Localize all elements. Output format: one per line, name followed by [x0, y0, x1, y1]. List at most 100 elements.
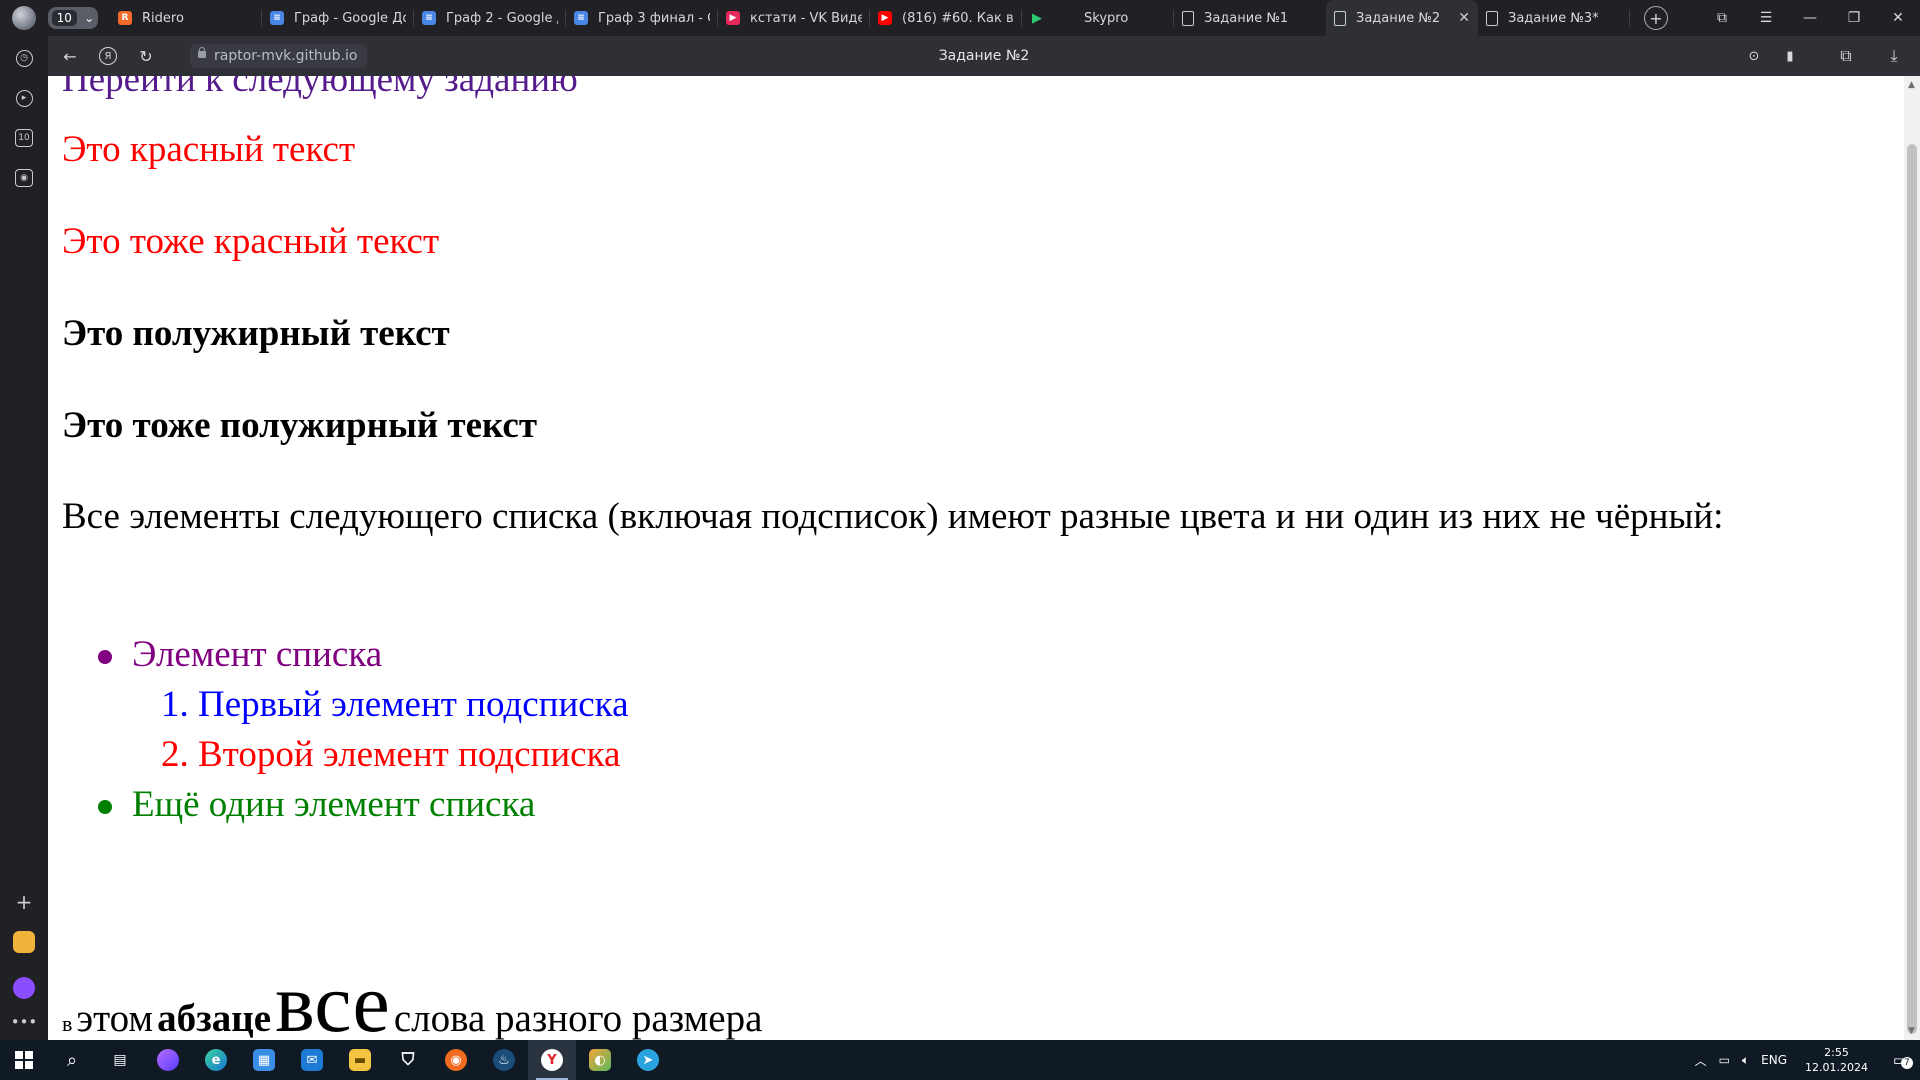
file-explorer-icon[interactable]: ▬	[336, 1040, 384, 1080]
close-window-button[interactable]: ✕	[1876, 0, 1920, 36]
tab-task-1[interactable]: Задание №1	[1174, 0, 1326, 36]
clock-time: 2:55	[1824, 1046, 1849, 1059]
sub-list-item-text: Второй элемент подсписка	[198, 734, 621, 775]
chevron-up-icon[interactable]: ︿	[1689, 1052, 1713, 1069]
steam-icon[interactable]: ♨	[480, 1040, 528, 1080]
windows-taskbar: ⌕ ▤ e ▦ ✉ ▬ ⛉ ◉ ♨ Y ◐ ➤ ︿ ▭ 🔈︎ ENG 2:55 …	[0, 1040, 1920, 1080]
tab-graph[interactable]: ≡ Граф - Google До	[262, 0, 414, 36]
alice-taskbar-icon[interactable]	[144, 1040, 192, 1080]
store-icon[interactable]: ▦	[240, 1040, 288, 1080]
yandex-icon[interactable]: Я	[96, 44, 120, 68]
tab-task-2[interactable]: Задание №2 ✕	[1326, 0, 1478, 36]
menu-icon[interactable]: ☰	[1744, 0, 1788, 36]
list-intro-paragraph: Все элементы следующего списка (включая …	[62, 496, 1724, 537]
more-icon[interactable]: •••	[11, 1010, 38, 1034]
mail-icon[interactable]: ✉	[288, 1040, 336, 1080]
app-icon[interactable]	[12, 930, 36, 954]
clock[interactable]: 2:55 12.01.2024	[1793, 1045, 1880, 1075]
google-docs-icon: ≡	[422, 11, 436, 25]
yandex-browser-icon[interactable]: Y	[528, 1040, 576, 1080]
notifications-icon[interactable]: ▭ 7	[1880, 1040, 1920, 1080]
sub-list-item: 1. Первый элемент подсписка	[132, 680, 629, 730]
collections-icon[interactable]: ⧉	[1834, 44, 1858, 68]
reload-icon[interactable]: ↻	[134, 44, 158, 68]
tab-label: Skypro	[1084, 10, 1129, 26]
tab-graph-3[interactable]: ≡ Граф 3 финал - G	[566, 0, 718, 36]
volume-icon[interactable]: 🔈︎	[1736, 1053, 1755, 1068]
tab-youtube[interactable]: ▶ (816) #60. Как вы	[870, 0, 1022, 36]
history-icon[interactable]: ◷	[12, 46, 36, 70]
red-text-paragraph-2: Это тоже красный текст	[62, 221, 440, 262]
browser-sidebar: ◷ ▸ 10 ◉ + •••	[0, 36, 48, 1044]
clock-date: 12.01.2024	[1805, 1061, 1868, 1074]
address-bar: ← Я ↻ raptor-mvk.github.io Задание №2 ⊙ …	[48, 36, 1920, 76]
start-button[interactable]	[0, 1040, 48, 1080]
tab-label: кстати - VK Видео	[750, 10, 862, 26]
sub-list: 1. Первый элемент подсписка 2. Второй эл…	[132, 680, 629, 780]
task-view-icon[interactable]: ▤	[96, 1040, 144, 1080]
mixed-size-paragraph: в этом абзаце все слова разного размера	[62, 962, 763, 1041]
bookmark-icon[interactable]: ▮	[1778, 44, 1802, 68]
url-text: raptor-mvk.github.io	[214, 48, 358, 64]
add-panel-icon[interactable]: +	[12, 890, 36, 914]
word-medium: этом	[76, 997, 154, 1040]
sub-list-item: 2. Второй элемент подсписка	[132, 730, 629, 780]
tab-label: Задание №1	[1204, 10, 1289, 26]
app-taskbar-icon[interactable]: ◐	[576, 1040, 624, 1080]
tab-vk-video[interactable]: ▶ кстати - VK Видео	[718, 0, 870, 36]
google-docs-icon: ≡	[270, 11, 284, 25]
restore-button[interactable]: ❐	[1832, 0, 1876, 36]
scroll-up-arrow-icon[interactable]: ▲	[1908, 80, 1915, 90]
sub-list-number: 1.	[161, 684, 189, 725]
language-indicator[interactable]: ENG	[1755, 1053, 1793, 1067]
tab-ridero[interactable]: R Ridero	[110, 0, 262, 36]
windows-logo-icon	[15, 1051, 33, 1069]
list-item: Элемент списка 1. Первый элемент подспис…	[62, 630, 629, 780]
new-tab-button[interactable]: +	[1644, 6, 1668, 30]
screenshot-icon[interactable]: ◉	[12, 166, 36, 190]
globe-icon	[12, 6, 36, 30]
scroll-down-arrow-icon[interactable]: ▼	[1908, 1026, 1915, 1036]
word-large: все	[275, 957, 390, 1041]
vertical-scrollbar[interactable]: ▲ ▼	[1904, 76, 1920, 1040]
minimize-button[interactable]: —	[1788, 0, 1832, 36]
tab-skypro[interactable]: ▶ Skypro	[1022, 0, 1174, 36]
security-icon[interactable]: ⛉	[384, 1040, 432, 1080]
search-icon[interactable]: ⌕	[48, 1040, 96, 1080]
page-content: Перейти к следующему заданию Это красный…	[48, 76, 1904, 1040]
sub-list-item-text: Первый элемент подсписка	[198, 684, 629, 725]
link-text: Перейти к следующему заданию	[62, 76, 578, 100]
back-arrow-icon[interactable]: ←	[58, 44, 82, 68]
sub-list-number: 2.	[161, 734, 189, 775]
words-normal: слова разного размера	[393, 997, 763, 1040]
network-icon[interactable]: ▭	[1713, 1053, 1736, 1067]
close-tab-icon[interactable]: ✕	[1452, 10, 1470, 26]
next-task-link[interactable]: Перейти к следующему заданию	[62, 76, 578, 101]
notification-count: 7	[1900, 1057, 1913, 1069]
tab-label: Граф 3 финал - G	[598, 10, 710, 26]
alice-icon[interactable]	[12, 976, 36, 1000]
tab-task-3[interactable]: Задание №3*	[1478, 0, 1630, 36]
tabs-count-icon[interactable]: 10	[12, 126, 36, 150]
tab-counter-button[interactable]: 10 ⌄	[48, 7, 98, 29]
telegram-icon[interactable]: ➤	[624, 1040, 672, 1080]
page-icon	[1182, 10, 1194, 26]
tab-label: (816) #60. Как вы	[902, 10, 1014, 26]
play-icon[interactable]: ▸	[12, 86, 36, 110]
tab-graph-2[interactable]: ≡ Граф 2 - Google Д	[414, 0, 566, 36]
edge-icon[interactable]: e	[192, 1040, 240, 1080]
tab-label: Граф 2 - Google Д	[446, 10, 558, 26]
scrollbar-thumb[interactable]	[1907, 144, 1917, 1034]
browser-tab-bar: 10 ⌄ R Ridero ≡ Граф - Google До ≡ Граф …	[0, 0, 1920, 36]
chevron-down-icon: ⌄	[84, 11, 95, 25]
browser-logo[interactable]	[0, 0, 48, 36]
red-text-paragraph: Это красный текст	[62, 129, 356, 170]
download-icon[interactable]: ⤓	[1882, 44, 1906, 68]
system-tray: ︿ ▭ 🔈︎ ENG 2:55 12.01.2024 ▭ 7	[1689, 1040, 1920, 1080]
bold-text-paragraph: Это полужирный текст	[62, 313, 450, 354]
url-field[interactable]: raptor-mvk.github.io	[190, 44, 368, 68]
skypro-icon: ▶	[1032, 10, 1042, 26]
bookmarks-panel-icon[interactable]: ⧉	[1700, 0, 1744, 36]
origin-icon[interactable]: ◉	[432, 1040, 480, 1080]
reader-icon[interactable]: ⊙	[1742, 44, 1766, 68]
